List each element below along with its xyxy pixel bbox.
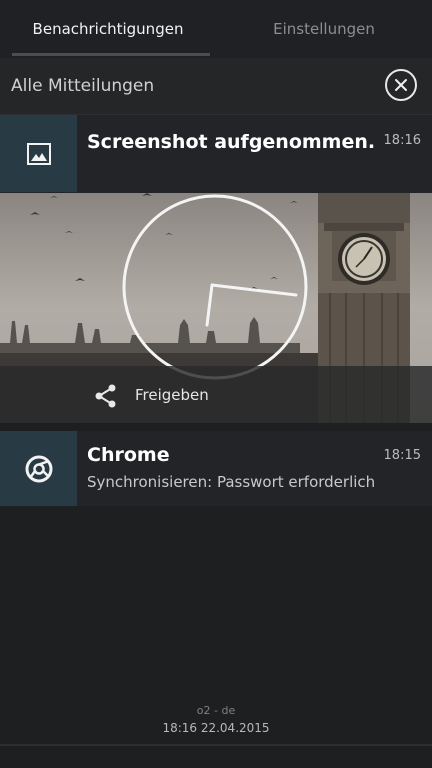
notification-time: 18:16 — [383, 133, 421, 148]
share-label: Freigeben — [135, 386, 209, 404]
image-icon — [26, 142, 51, 165]
active-tab-indicator — [12, 53, 210, 56]
header-title: Alle Mitteilungen — [11, 76, 155, 96]
close-icon — [395, 79, 407, 91]
chrome-notification[interactable]: Chrome 18:15 Synchronisieren: Passwort e… — [0, 431, 432, 506]
share-icon — [95, 384, 116, 408]
tab-settings[interactable]: Einstellungen — [216, 0, 432, 58]
screenshot-notification[interactable]: Screenshot aufgenommen. 18:16 — [0, 115, 432, 193]
panel-handle[interactable] — [0, 744, 432, 746]
notification-tabs: Benachrichtigungen Einstellungen — [0, 0, 432, 58]
date-time-label: 18:16 22.04.2015 — [162, 721, 270, 735]
share-action[interactable]: Freigeben — [0, 366, 432, 423]
tab-notifications[interactable]: Benachrichtigungen — [0, 0, 216, 58]
chrome-icon-box — [0, 431, 77, 506]
screenshot-icon-box — [0, 115, 77, 192]
notifications-header: Alle Mitteilungen — [0, 58, 432, 115]
notification-title: Screenshot aufgenommen. — [87, 131, 376, 153]
clear-all-button[interactable] — [385, 69, 417, 101]
notification-title: Chrome — [87, 444, 170, 466]
notification-text: Synchronisieren: Passwort erforderlich — [87, 473, 376, 491]
notification-time: 18:15 — [383, 448, 421, 463]
chrome-icon — [25, 455, 52, 482]
carrier-label: o2 - de — [196, 704, 236, 717]
